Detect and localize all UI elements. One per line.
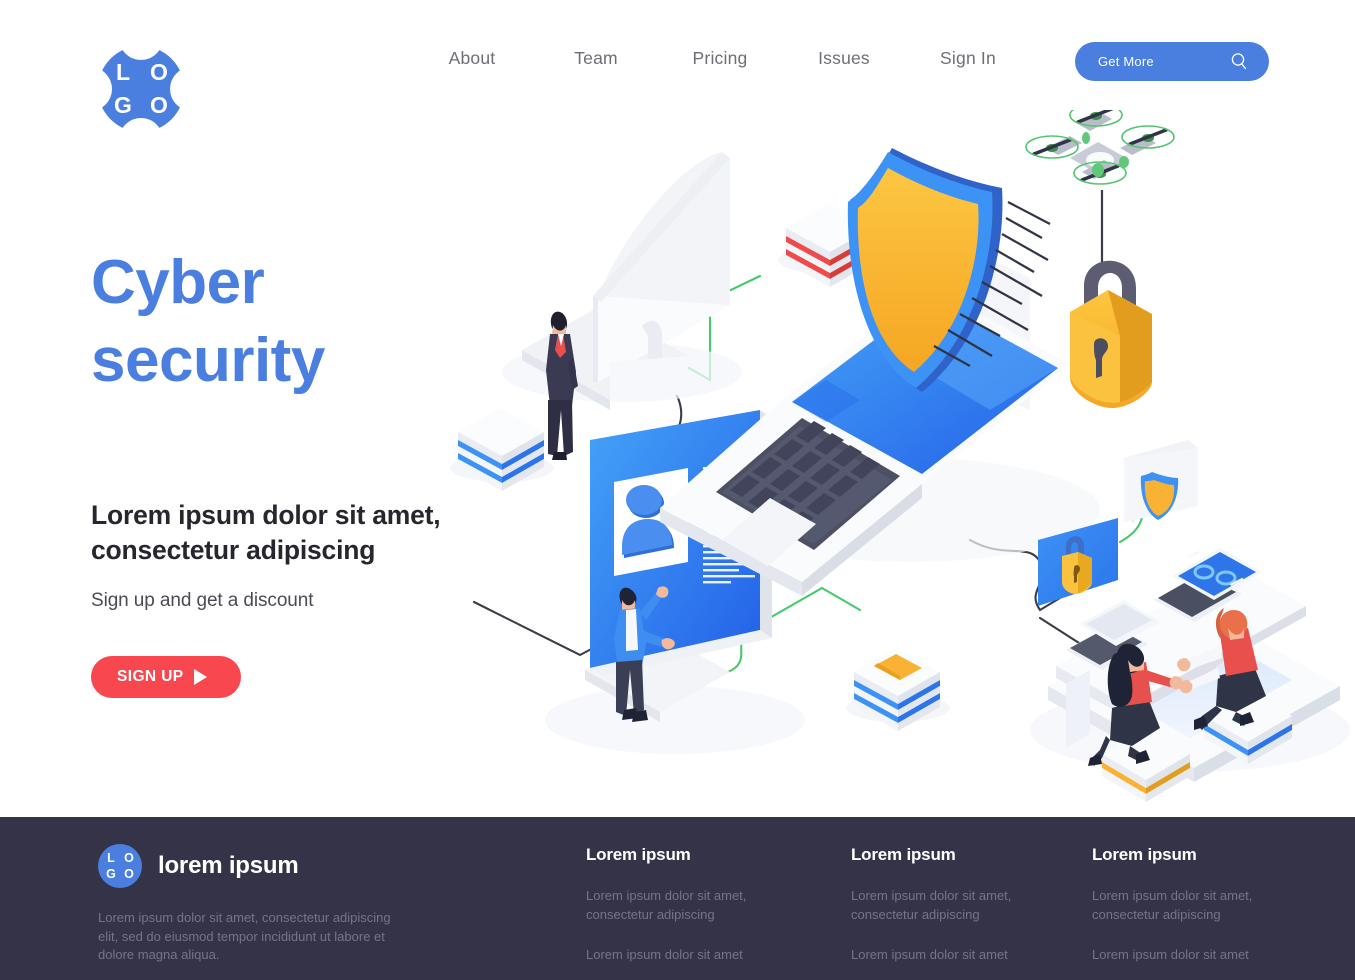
page-title-line-1: Cyber <box>91 248 265 317</box>
brand-logo[interactable]: L O G O <box>90 38 192 140</box>
logo-letter-4: O <box>150 92 168 118</box>
footer-column-3-title: Lorem ipsum <box>1092 845 1197 864</box>
sign-up-button[interactable]: SIGN UP <box>91 656 241 698</box>
logo-letter-3: G <box>114 92 132 118</box>
footer-logo-letter-4: O <box>124 866 134 881</box>
search-icon[interactable] <box>1230 52 1249 74</box>
logo-badge-icon: L O G O <box>90 38 192 140</box>
nav-item-sign-in[interactable]: Sign In <box>906 48 1030 69</box>
footer-column-2-title: Lorem ipsum <box>851 845 956 864</box>
footer-brand[interactable]: L O G O lorem ipsum <box>98 844 299 888</box>
server-stack-blue <box>450 408 554 491</box>
site-footer: L O G O lorem ipsum Lorem ipsum dolor si… <box>0 817 1355 980</box>
nav-item-about[interactable]: About <box>410 48 534 69</box>
footer-link[interactable]: Lorem ipsum dolor sit amet, consectetur … <box>851 887 1081 924</box>
main-navigation: About Team Pricing Issues Sign In <box>410 48 1030 69</box>
page-title-line-2: security <box>91 326 325 395</box>
logo-letter-1: L <box>115 59 130 85</box>
footer-about-text: Lorem ipsum dolor sit amet, consectetur … <box>98 910 391 962</box>
padlock-icon <box>1070 260 1152 408</box>
monitor-group <box>502 152 742 460</box>
footer-logo-letter-1: L <box>107 850 115 865</box>
nav-item-team[interactable]: Team <box>534 48 658 69</box>
footer-column-1-title: Lorem ipsum <box>586 845 691 864</box>
footer-column-1: Lorem ipsum Lorem ipsum dolor sit amet, … <box>586 845 816 965</box>
isometric-scene <box>450 110 1350 802</box>
server-stack-yellow <box>846 648 950 731</box>
nav-item-issues[interactable]: Issues <box>782 48 906 69</box>
logo-letters: L O G O <box>98 46 184 132</box>
footer-link[interactable]: Lorem ipsum dolor sit amet, consectetur … <box>586 887 816 924</box>
logo-letter-2: O <box>150 59 168 85</box>
hero-subtitle: Lorem ipsum dolor sit amet, consectetur … <box>91 500 441 565</box>
footer-brand-name: lorem ipsum <box>158 852 299 879</box>
drone-icon <box>1025 110 1175 185</box>
footer-link[interactable]: Lorem ipsum dolor sit amet <box>1092 946 1322 965</box>
footer-link[interactable]: Lorem ipsum dolor sit amet <box>586 946 816 965</box>
sign-up-label: SIGN UP <box>117 668 184 685</box>
play-icon <box>193 669 207 685</box>
footer-column-2: Lorem ipsum Lorem ipsum dolor sit amet, … <box>851 845 1081 965</box>
get-more-button[interactable]: Get More <box>1075 42 1269 81</box>
footer-link[interactable]: Lorem ipsum dolor sit amet <box>851 946 1081 965</box>
footer-logo-letter-2: O <box>124 850 134 865</box>
hero-illustration <box>430 110 1355 820</box>
nav-item-pricing[interactable]: Pricing <box>658 48 782 69</box>
site-header: L O G O About Team Pricing Issues Sign I… <box>0 0 1355 140</box>
get-more-label: Get More <box>1098 54 1154 69</box>
footer-column-3: Lorem ipsum Lorem ipsum dolor sit amet, … <box>1092 845 1322 965</box>
landing-page: L O G O About Team Pricing Issues Sign I… <box>0 0 1355 980</box>
footer-logo-icon: L O G O <box>98 844 142 888</box>
footer-logo-letter-3: G <box>106 866 116 881</box>
shield-card <box>1124 440 1198 524</box>
footer-link[interactable]: Lorem ipsum dolor sit amet, consectetur … <box>1092 887 1322 924</box>
